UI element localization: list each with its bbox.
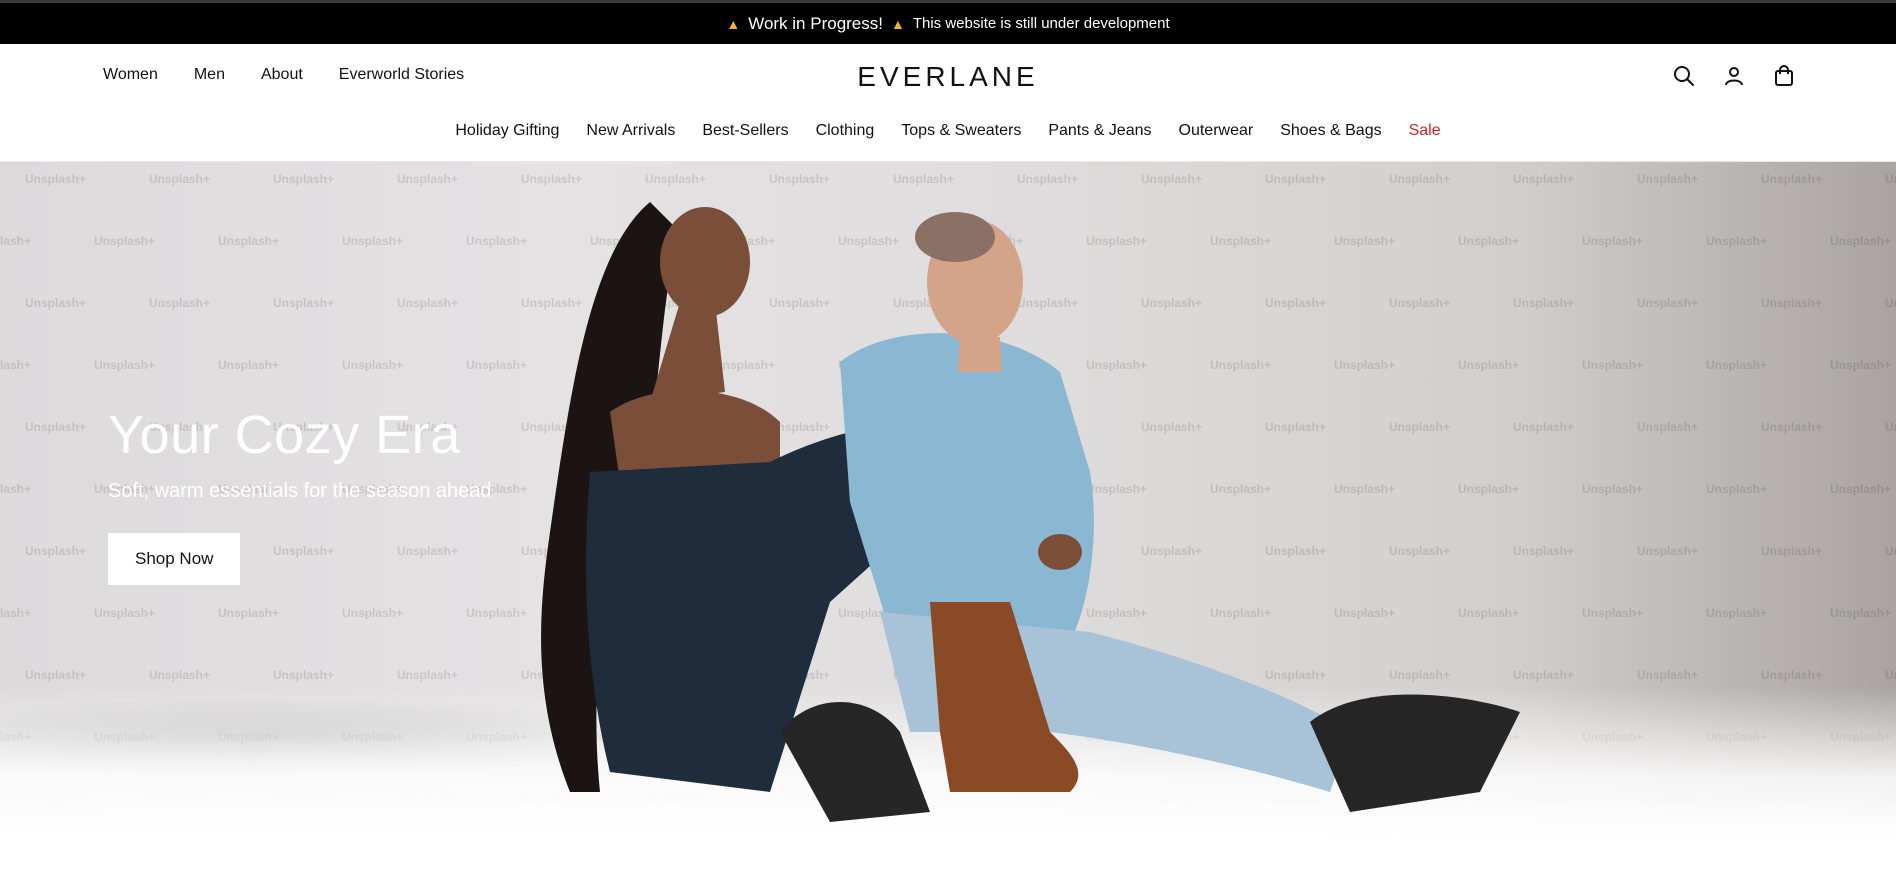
- watermark-text: Unsplash+: [1761, 420, 1823, 434]
- watermark-text: Unsplash+: [25, 172, 87, 186]
- watermark-text: Unsplash+: [397, 172, 459, 186]
- category-tops-sweaters[interactable]: Tops & Sweaters: [901, 122, 1021, 140]
- category-sale[interactable]: Sale: [1409, 122, 1441, 140]
- watermark-text: Unsplash+: [25, 544, 87, 558]
- hero-banner: Unsplash+ Unsplash+ Unsplash+ Unsplash+ Unsp…: [0, 162, 1896, 837]
- announcement-bar: ▲ Work in Progress! ▲ This website is st…: [0, 3, 1896, 44]
- category-best-sellers[interactable]: Best-Sellers: [702, 122, 788, 140]
- watermark-text: Unsplash+: [1830, 358, 1892, 372]
- watermark-text: Unsplash+: [25, 668, 87, 682]
- watermark-text: Unsplash+: [25, 420, 87, 434]
- watermark-text: Unsplash+: [342, 606, 404, 620]
- watermark-text: Unsplash+: [466, 606, 528, 620]
- watermark-text: Unsplash+: [1761, 668, 1823, 682]
- watermark-text: Unsplash+: [25, 296, 87, 310]
- watermark-text: Unsplash+: [1761, 296, 1823, 310]
- watermark-text: Unsplash+: [1885, 544, 1896, 558]
- site-header: Women Men About Everworld Stories EVERLA…: [0, 44, 1896, 109]
- watermark-text: Unsplash+: [466, 234, 528, 248]
- watermark-text: Unsplash+: [1830, 234, 1892, 248]
- watermark-text: Unsplash+: [273, 296, 335, 310]
- watermark-text: Unsplash+: [466, 358, 528, 372]
- watermark-text: Unsplash+: [0, 234, 32, 248]
- watermark-text: Unsplash+: [1885, 172, 1896, 186]
- watermark-text: Unsplash+: [273, 668, 335, 682]
- hero-subtitle: Soft, warm essentials for the season ahe…: [108, 480, 492, 502]
- header-icons: [1672, 64, 1796, 88]
- category-shoes-bags[interactable]: Shoes & Bags: [1280, 122, 1381, 140]
- watermark-text: Unsplash+: [397, 668, 459, 682]
- watermark-text: Unsplash+: [1706, 606, 1768, 620]
- watermark-text: Unsplash+: [1637, 668, 1699, 682]
- watermark-text: Unsplash+: [1830, 482, 1892, 496]
- watermark-text: Unsplash+: [218, 234, 280, 248]
- announcement-title: Work in Progress!: [748, 13, 883, 33]
- watermark-text: Unsplash+: [1885, 668, 1896, 682]
- watermark-text: Unsplash+: [1761, 172, 1823, 186]
- watermark-text: Unsplash+: [1582, 606, 1644, 620]
- watermark-text: Unsplash+: [94, 358, 156, 372]
- watermark-text: Unsplash+: [1885, 420, 1896, 434]
- category-new-arrivals[interactable]: New Arrivals: [586, 122, 675, 140]
- watermark-text: Unsplash+: [0, 606, 32, 620]
- account-icon[interactable]: [1722, 64, 1746, 88]
- watermark-text: Unsplash+: [1637, 172, 1699, 186]
- watermark-text: Unsplash+: [1706, 482, 1768, 496]
- watermark-text: Unsplash+: [149, 296, 211, 310]
- watermark-text: Unsplash+: [0, 482, 32, 496]
- watermark-text: Unsplash+: [1637, 544, 1699, 558]
- logo[interactable]: EVERLANE: [0, 61, 1896, 93]
- watermark-text: Unsplash+: [94, 234, 156, 248]
- watermark-text: Unsplash+: [1582, 358, 1644, 372]
- watermark-text: Unsplash+: [342, 234, 404, 248]
- watermark-text: Unsplash+: [342, 358, 404, 372]
- construction-icon: ▲: [890, 15, 905, 32]
- construction-icon: ▲: [726, 15, 741, 32]
- watermark-text: Unsplash+: [397, 296, 459, 310]
- category-outerwear[interactable]: Outerwear: [1179, 122, 1254, 140]
- watermark-text: Unsplash+: [1706, 358, 1768, 372]
- shop-now-button[interactable]: Shop Now: [108, 533, 241, 585]
- watermark-text: Unsplash+: [1706, 234, 1768, 248]
- category-nav: Holiday Gifting New Arrivals Best-Seller…: [0, 109, 1896, 162]
- watermark-text: Unsplash+: [218, 606, 280, 620]
- category-pants-jeans[interactable]: Pants & Jeans: [1048, 122, 1151, 140]
- watermark-text: Unsplash+: [0, 358, 32, 372]
- category-clothing[interactable]: Clothing: [816, 122, 875, 140]
- watermark-text: Unsplash+: [1761, 544, 1823, 558]
- category-holiday-gifting[interactable]: Holiday Gifting: [455, 122, 559, 140]
- cart-icon[interactable]: [1772, 64, 1796, 88]
- watermark-text: Unsplash+: [1582, 234, 1644, 248]
- watermark-text: Unsplash+: [94, 606, 156, 620]
- watermark-text: Unsplash+: [1830, 606, 1892, 620]
- watermark-text: Unsplash+: [149, 668, 211, 682]
- watermark-text: Unsplash+: [1637, 420, 1699, 434]
- watermark-text: Unsplash+: [218, 358, 280, 372]
- watermark-text: Unsplash+: [149, 172, 211, 186]
- hero-title: Your Cozy Era: [108, 405, 461, 465]
- hero-content: Your Cozy Era Soft, warm essentials for …: [108, 404, 492, 585]
- watermark-text: Unsplash+: [1582, 482, 1644, 496]
- hero-photo-people: [541, 202, 1520, 822]
- watermark-text: Unsplash+: [1885, 296, 1896, 310]
- search-icon[interactable]: [1672, 64, 1696, 88]
- watermark-text: Unsplash+: [273, 172, 335, 186]
- watermark-text: Unsplash+: [1637, 296, 1699, 310]
- announcement-message: This website is still under development: [912, 15, 1170, 32]
